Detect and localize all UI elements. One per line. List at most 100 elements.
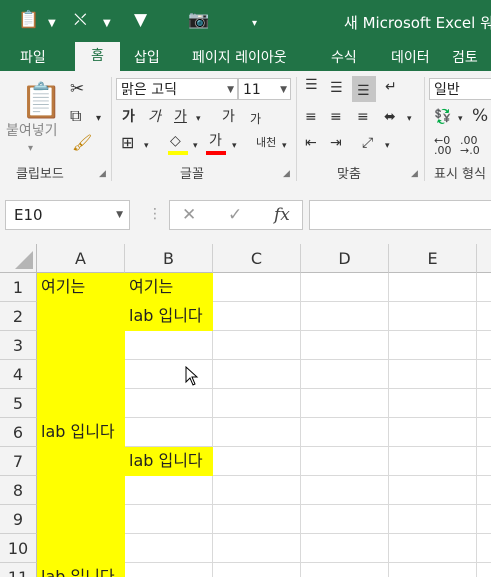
row-header-3[interactable]: 3 <box>0 331 37 360</box>
cell-d5[interactable] <box>301 389 389 418</box>
cell-e4[interactable] <box>389 360 477 389</box>
bold-button[interactable]: 가 <box>122 109 135 125</box>
align-middle-icon[interactable]: ☰ <box>330 80 343 96</box>
dialog-launcher-icon[interactable]: ◢ <box>411 169 418 179</box>
cell-f11[interactable] <box>477 563 491 577</box>
row-header-8[interactable]: 8 <box>0 476 37 505</box>
align-center-icon[interactable]: ≡ <box>330 109 342 125</box>
chevron-down-icon[interactable]: ▾ <box>385 138 390 154</box>
resize-handle-icon[interactable]: ⋮ <box>148 206 162 222</box>
cell-b2[interactable]: lab 입니다 <box>125 302 213 331</box>
font-name-select[interactable]: 맑은 고딕 ▼ <box>116 78 238 100</box>
chevron-down-icon[interactable]: ▼ <box>103 14 111 34</box>
cell-d11[interactable] <box>301 563 389 577</box>
cancel-icon[interactable]: ✕ <box>182 205 196 225</box>
cell-c3[interactable] <box>213 331 301 360</box>
row-header-1[interactable]: 1 <box>0 273 37 302</box>
cell-c4[interactable] <box>213 360 301 389</box>
cell-b4[interactable] <box>125 360 213 389</box>
underline-button[interactable]: 가 <box>174 109 187 125</box>
cell-d1[interactable] <box>301 273 389 302</box>
align-right-icon[interactable]: ≡ <box>357 109 369 125</box>
cell-f2[interactable] <box>477 302 491 331</box>
chevron-down-icon[interactable]: ▾ <box>282 138 287 154</box>
chevron-down-icon[interactable]: ▾ <box>458 111 463 127</box>
chevron-down-icon[interactable]: ▾ <box>144 138 149 154</box>
select-all-button[interactable] <box>0 244 37 273</box>
italic-button[interactable]: 가 <box>148 109 161 125</box>
cell-f5[interactable] <box>477 389 491 418</box>
cell-e3[interactable] <box>389 331 477 360</box>
cell-e10[interactable] <box>389 534 477 563</box>
cut-icon[interactable]: ✂ <box>70 81 84 98</box>
cell-b7[interactable]: lab 입니다 <box>125 447 213 476</box>
cell-a5[interactable] <box>37 389 125 418</box>
chevron-down-icon[interactable]: ▾ <box>28 141 33 157</box>
cell-a1[interactable]: 여기는 <box>37 273 125 302</box>
cell-c2[interactable] <box>213 302 301 331</box>
insert-function-button[interactable]: fx <box>274 205 290 225</box>
align-bottom-icon[interactable]: ☰ <box>357 83 370 99</box>
cell-d8[interactable] <box>301 476 389 505</box>
font-color-button[interactable]: 가 <box>209 133 222 149</box>
cell-e1[interactable] <box>389 273 477 302</box>
increase-decimal-icon[interactable]: ←0.00 <box>434 135 452 156</box>
chevron-down-icon[interactable]: ▾ <box>232 138 237 154</box>
align-left-icon[interactable]: ≡ <box>305 109 317 125</box>
currency-format-icon[interactable]: 💱 <box>434 109 451 125</box>
cell-f1[interactable] <box>477 273 491 302</box>
row-header-9[interactable]: 9 <box>0 505 37 534</box>
tab-page-layout[interactable]: 페이지 레이아웃 <box>192 47 287 67</box>
chevron-down-icon[interactable]: ▾ <box>196 111 201 127</box>
paste-button[interactable]: 붙여넣기 <box>6 120 58 140</box>
cell-e7[interactable] <box>389 447 477 476</box>
chevron-down-icon[interactable]: ▾ <box>407 111 412 127</box>
align-top-icon[interactable]: ☰ <box>305 77 318 93</box>
phonetic-button[interactable]: 내천 <box>256 135 276 151</box>
row-header-10[interactable]: 10 <box>0 534 37 563</box>
cell-c8[interactable] <box>213 476 301 505</box>
clear-filter-icon[interactable]: ⛌ <box>74 10 87 30</box>
cell-f9[interactable] <box>477 505 491 534</box>
paste-icon[interactable]: 📋 <box>20 81 62 121</box>
chevron-down-icon[interactable]: ▼ <box>48 14 56 34</box>
decrease-font-button[interactable]: 가 <box>250 111 261 127</box>
cell-e9[interactable] <box>389 505 477 534</box>
chevron-down-icon[interactable]: ▾ <box>193 138 198 154</box>
cell-c10[interactable] <box>213 534 301 563</box>
increase-font-button[interactable]: 가 <box>222 109 235 125</box>
tab-formulas[interactable]: 수식 <box>331 47 357 67</box>
cell-b5[interactable] <box>125 389 213 418</box>
cell-f7[interactable] <box>477 447 491 476</box>
merge-center-icon[interactable]: ⬌ <box>384 109 396 125</box>
tab-insert[interactable]: 삽입 <box>134 47 160 67</box>
cell-d10[interactable] <box>301 534 389 563</box>
customize-qat-icon[interactable]: ▾ <box>252 14 257 34</box>
cell-c11[interactable] <box>213 563 301 577</box>
filter-icon[interactable]: ▼ <box>134 10 147 30</box>
cell-b11[interactable] <box>125 563 213 577</box>
column-header-b[interactable]: B <box>125 244 213 273</box>
cell-b3[interactable] <box>125 331 213 360</box>
font-size-select[interactable]: 11 ▼ <box>238 78 291 100</box>
cell-a7[interactable] <box>37 447 125 476</box>
chevron-down-icon[interactable]: ▾ <box>96 111 101 127</box>
cell-e11[interactable] <box>389 563 477 577</box>
cell-f6[interactable] <box>477 418 491 447</box>
cell-d3[interactable] <box>301 331 389 360</box>
tab-data[interactable]: 데이터 <box>391 47 430 67</box>
tab-file[interactable]: 파일 <box>20 47 46 67</box>
tab-review[interactable]: 검토 <box>452 47 478 67</box>
row-header-2[interactable]: 2 <box>0 302 37 331</box>
enter-icon[interactable]: ✓ <box>228 205 242 225</box>
cell-c7[interactable] <box>213 447 301 476</box>
column-header-e[interactable]: E <box>389 244 477 273</box>
cell-e8[interactable] <box>389 476 477 505</box>
cell-a10[interactable] <box>37 534 125 563</box>
cell-b8[interactable] <box>125 476 213 505</box>
cell-f8[interactable] <box>477 476 491 505</box>
decrease-decimal-icon[interactable]: .00 →.0 <box>460 135 480 156</box>
copy-icon[interactable]: ⧉ <box>70 108 81 124</box>
borders-icon[interactable]: ⊞ <box>121 135 134 151</box>
format-painter-icon[interactable]: 🖌 <box>72 135 92 151</box>
